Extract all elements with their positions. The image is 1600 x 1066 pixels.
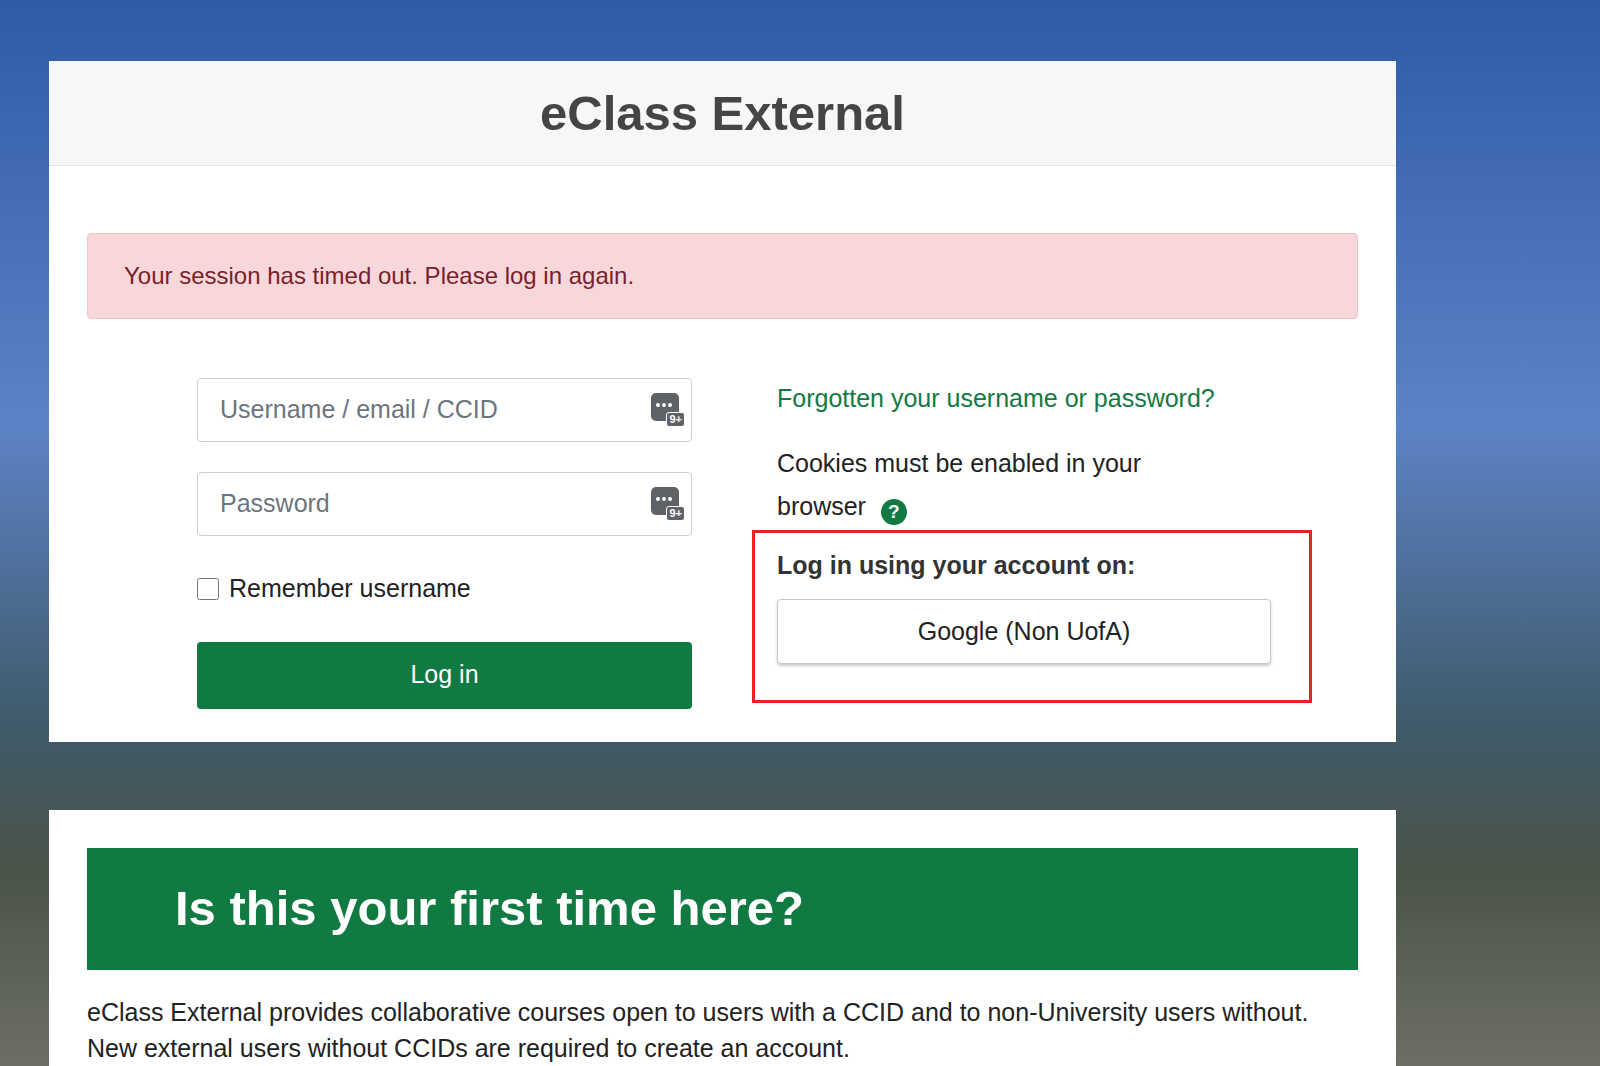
timeout-alert: Your session has timed out. Please log i… [87,233,1358,319]
welcome-paragraph: eClass External provides collaborative c… [87,994,1358,1066]
username-field[interactable]: 9+ [197,378,692,442]
password-field[interactable]: 9+ [197,472,692,536]
welcome-card: Is this your first time here? eClass Ext… [49,810,1396,1066]
side-panel: Forgotten your username or password? Coo… [752,378,1312,709]
password-manager-badge: 9+ [666,506,685,521]
password-manager-badge: 9+ [666,412,685,427]
forgot-link[interactable]: Forgotten your username or password? [752,378,1312,418]
alert-text: Your session has timed out. Please log i… [124,258,634,294]
provider-label: Google (Non UofA) [918,613,1131,651]
cookies-text: Cookies must be enabled in your browser [777,449,1141,520]
login-card: eClass External Your session has timed o… [49,61,1396,742]
remember-row[interactable]: Remember username [197,570,692,608]
login-button-label: Log in [410,656,478,694]
remember-label: Remember username [229,570,471,608]
login-form: 9+ 9+ Remember username [197,378,692,709]
card-title: eClass External [540,89,905,138]
help-icon[interactable]: ? [881,499,907,525]
remember-checkbox[interactable] [197,578,219,600]
provider-button[interactable]: Google (Non UofA) [777,599,1271,664]
login-button[interactable]: Log in [197,642,692,709]
password-manager-icon[interactable]: 9+ [651,487,681,519]
providers-heading: Log in using your account on: [777,547,1271,583]
page-background: eClass External Your session has timed o… [0,0,1600,1066]
password-input[interactable] [220,485,631,523]
card-header: eClass External [49,61,1396,166]
password-manager-icon[interactable]: 9+ [651,393,681,425]
welcome-banner: Is this your first time here? [87,848,1358,970]
welcome-heading: Is this your first time here? [175,878,804,939]
providers-box: Log in using your account on: Google (No… [752,530,1312,703]
username-input[interactable] [220,391,631,429]
cookies-note: Cookies must be enabled in your browser … [752,442,1312,528]
